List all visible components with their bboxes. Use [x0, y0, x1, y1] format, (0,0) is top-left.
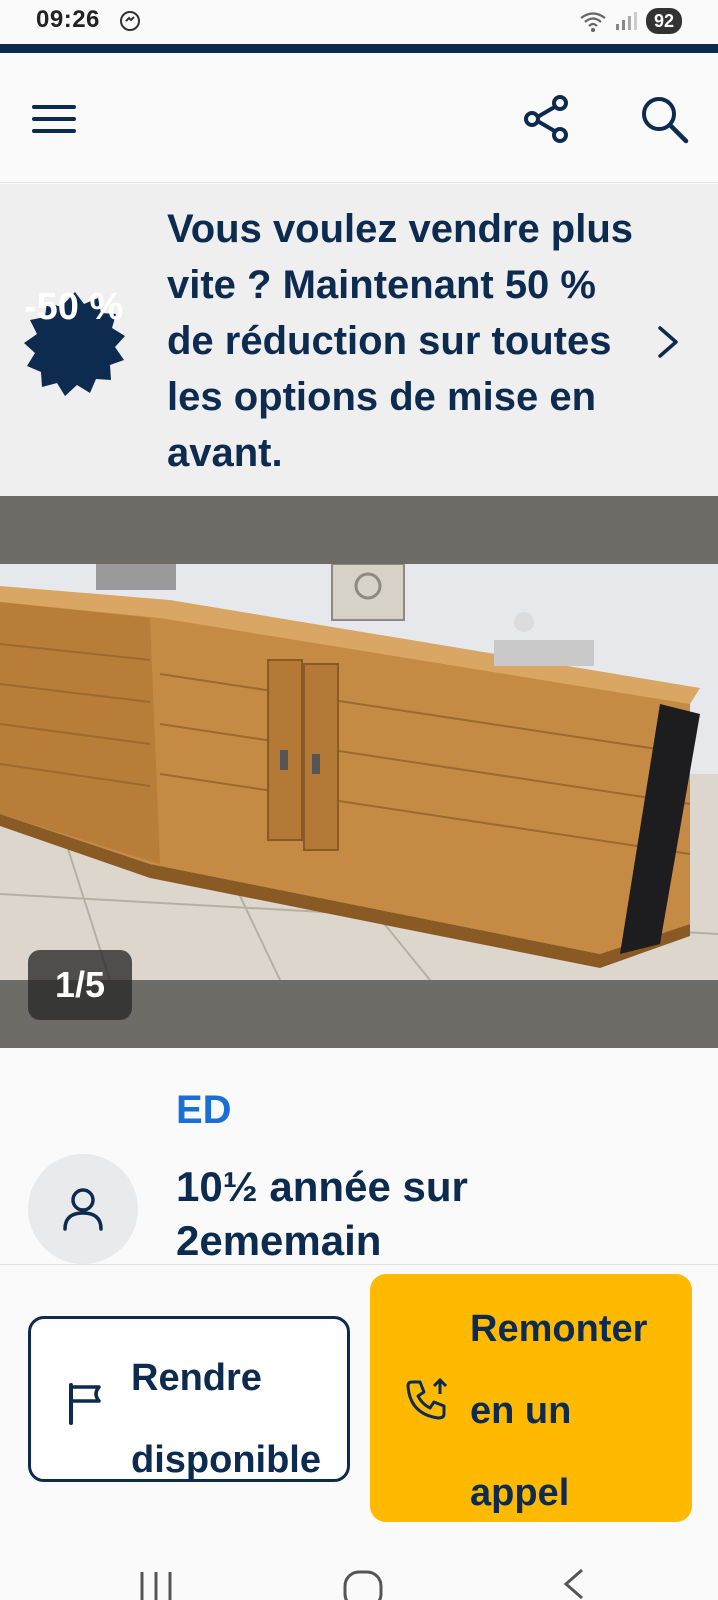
- promo-text: Vous voulez vendre plus vite ? Maintenan…: [167, 207, 634, 475]
- listing-photo[interactable]: [0, 564, 718, 980]
- boost-button[interactable]: Remonter en un appel: [370, 1274, 692, 1522]
- status-time: 09:26: [36, 6, 100, 33]
- user-icon: [63, 1188, 103, 1231]
- boost-label: Remonter en un appel: [470, 1308, 648, 1514]
- wifi-icon: [580, 12, 606, 32]
- flag-icon: [69, 1383, 101, 1425]
- seller-tenure: 10½ année sur 2ememain: [176, 1163, 468, 1264]
- menu-icon: [32, 105, 76, 133]
- status-indicators: 92: [578, 8, 682, 34]
- battery-icon: 92: [645, 8, 682, 34]
- system-nav-bar: [0, 1528, 718, 1600]
- back-icon[interactable]: [558, 1566, 588, 1600]
- seller-name[interactable]: ED: [176, 1088, 232, 1133]
- status-bar: 09:26 92: [0, 0, 718, 44]
- header-top-rule: [0, 44, 718, 53]
- home-icon[interactable]: [342, 1566, 384, 1600]
- chevron-right-icon[interactable]: [654, 322, 682, 362]
- search-button[interactable]: [634, 89, 694, 149]
- photo-counter: 1/5: [28, 950, 132, 1020]
- signal-icon: [615, 12, 637, 30]
- share-icon: [524, 95, 568, 143]
- make-available-button[interactable]: Rendre disponible: [28, 1316, 350, 1482]
- seller-avatar[interactable]: [28, 1154, 138, 1264]
- make-available-label: Rendre disponible: [131, 1357, 321, 1481]
- discount-badge-text: -50 %: [24, 286, 124, 328]
- messenger-icon: [120, 11, 140, 31]
- search-icon: [642, 97, 689, 144]
- phone-up-icon: [406, 1377, 448, 1420]
- menu-button[interactable]: [26, 91, 82, 147]
- share-button[interactable]: [516, 89, 576, 149]
- app-header: [0, 53, 718, 183]
- recent-apps-icon[interactable]: [138, 1568, 174, 1600]
